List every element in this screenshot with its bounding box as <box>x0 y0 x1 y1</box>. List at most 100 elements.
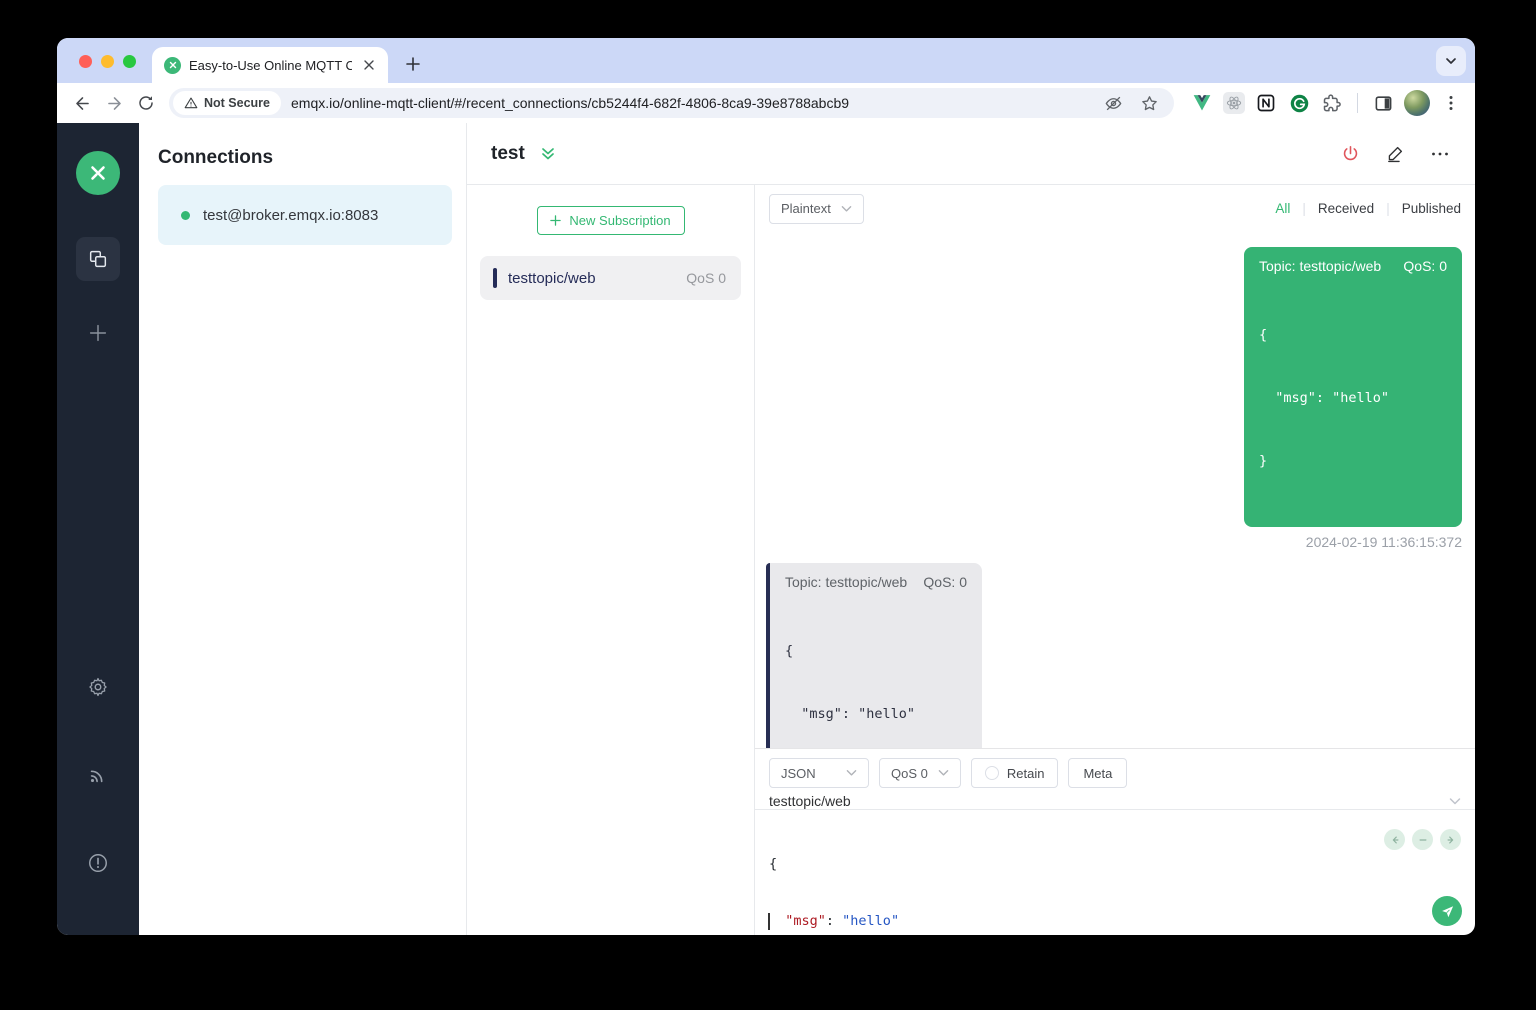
vue-devtools-icon[interactable] <box>1190 91 1214 115</box>
connection-list-item[interactable]: test@broker.emqx.io:8083 <box>158 185 452 245</box>
send-message-button[interactable] <box>1432 896 1462 926</box>
bookmark-star-icon[interactable] <box>1134 88 1164 118</box>
reload-icon[interactable] <box>131 88 161 118</box>
collapse-double-chevron-icon[interactable] <box>539 145 557 163</box>
history-clear-minus-icon[interactable] <box>1412 829 1433 850</box>
disconnect-power-icon[interactable] <box>1339 143 1361 165</box>
subscription-color-bar <box>493 268 497 288</box>
tab-close-icon[interactable] <box>360 56 378 74</box>
react-devtools-icon[interactable] <box>1223 92 1245 114</box>
rail-connections-icon[interactable] <box>76 237 120 281</box>
published-message: Topic: testtopic/web QoS: 0 { "msg": "he… <box>1244 247 1462 550</box>
tab-separator: | <box>1302 201 1306 216</box>
new-tab-button[interactable] <box>400 51 426 77</box>
window-controls <box>79 55 136 68</box>
editor-line: { <box>769 856 778 872</box>
messages-column: Plaintext All | Received | Published Top… <box>755 185 1475 935</box>
profile-avatar[interactable] <box>1404 90 1430 116</box>
history-prev-icon[interactable] <box>1384 829 1405 850</box>
rail-about-info-icon[interactable] <box>76 841 120 885</box>
subscription-item[interactable]: testtopic/web QoS 0 <box>480 256 741 300</box>
payload-line: { <box>1259 327 1268 343</box>
toolbar-separator <box>1357 93 1358 113</box>
messages-toolbar: Plaintext All | Received | Published <box>755 185 1475 232</box>
browser-window: Easy-to-Use Online MQTT Cli Not Secure e… <box>57 38 1475 935</box>
eye-off-icon[interactable] <box>1098 88 1128 118</box>
zoom-window-button[interactable] <box>123 55 136 68</box>
rail-settings-gear-icon[interactable] <box>76 665 120 709</box>
publish-format-select[interactable]: JSON <box>769 758 869 788</box>
main-panel: test New Subscription testtopic/web QoS … <box>467 123 1475 935</box>
connection-name: test <box>491 142 525 164</box>
connections-title: Connections <box>158 147 274 168</box>
message-qos: QoS: 0 <box>1403 258 1447 274</box>
tab-separator: | <box>1386 201 1390 216</box>
forward-icon[interactable] <box>99 88 129 118</box>
publish-topic-input[interactable]: testtopic/web <box>755 793 1475 810</box>
tab-search-button[interactable] <box>1436 46 1466 76</box>
text-cursor <box>768 913 770 930</box>
payload-format-select[interactable]: Plaintext <box>769 193 864 224</box>
payload-line: "msg": "hello" <box>1259 390 1390 406</box>
rail-new-connection-icon[interactable] <box>76 311 120 355</box>
security-label: Not Secure <box>204 96 270 110</box>
url-text[interactable]: emqx.io/online-mqtt-client/#/recent_conn… <box>291 95 1098 111</box>
retain-radio-icon[interactable] <box>984 766 999 780</box>
publish-qos-value: QoS 0 <box>891 765 928 781</box>
meta-button[interactable]: Meta <box>1068 758 1128 788</box>
chevron-down-icon <box>1449 797 1461 804</box>
message-topic: Topic: testtopic/web <box>785 574 908 590</box>
payload-editor[interactable]: { "msg": "hello" } <box>755 810 1475 935</box>
publish-format-value: JSON <box>781 765 816 781</box>
tab-title: Easy-to-Use Online MQTT Cli <box>189 57 352 73</box>
received-message: Topic: testtopic/web QoS: 0 { "msg": "he… <box>766 563 982 748</box>
message-filter-tabs: All | Received | Published <box>1275 201 1461 216</box>
retain-label: Retain <box>1006 765 1045 781</box>
browser-menu-kebab-icon[interactable] <box>1439 91 1463 115</box>
chevron-down-icon <box>938 770 949 776</box>
url-bar[interactable]: Not Secure emqx.io/online-mqtt-client/#/… <box>169 88 1174 118</box>
message-qos: QoS: 0 <box>923 574 967 590</box>
history-next-icon[interactable] <box>1440 829 1461 850</box>
side-panel-icon[interactable] <box>1371 91 1395 115</box>
tab-all[interactable]: All <box>1275 201 1290 216</box>
retain-toggle[interactable]: Retain <box>970 758 1059 788</box>
connection-header: test <box>467 123 1475 185</box>
extensions-puzzle-icon[interactable] <box>1320 91 1344 115</box>
tab-received[interactable]: Received <box>1318 201 1374 216</box>
payload-line: { <box>785 643 794 659</box>
publish-topic-value: testtopic/web <box>769 793 851 809</box>
message-list[interactable]: Topic: testtopic/web QoS: 0 { "msg": "he… <box>755 232 1475 748</box>
browser-toolbar: Not Secure emqx.io/online-mqtt-client/#/… <box>57 83 1475 123</box>
grammarly-icon[interactable] <box>1287 91 1311 115</box>
published-message-bubble[interactable]: Topic: testtopic/web QoS: 0 { "msg": "he… <box>1244 247 1462 527</box>
warning-icon <box>184 97 198 109</box>
connection-label: test@broker.emqx.io:8083 <box>203 206 379 224</box>
browser-tab[interactable]: Easy-to-Use Online MQTT Cli <box>152 47 388 83</box>
publish-panel: JSON QoS 0 Retain Meta testtopic/web {"… <box>755 748 1475 935</box>
message-timestamp: 2024-02-19 11:36:15:372 <box>1305 534 1462 550</box>
close-window-button[interactable] <box>79 55 92 68</box>
json-value: "hello" <box>842 913 900 929</box>
connected-status-dot <box>181 210 190 220</box>
paper-plane-icon <box>1441 905 1453 917</box>
json-key: "msg" <box>785 913 826 929</box>
subscriptions-column: New Subscription testtopic/web QoS 0 <box>467 185 755 935</box>
mqttx-app: Connections test@broker.emqx.io:8083 tes… <box>57 123 1475 935</box>
new-subscription-button[interactable]: New Subscription <box>536 206 685 235</box>
more-ellipsis-icon[interactable] <box>1429 143 1451 165</box>
payload-line: } <box>1259 453 1268 469</box>
notion-icon[interactable] <box>1254 91 1278 115</box>
publish-qos-select[interactable]: QoS 0 <box>879 758 961 788</box>
received-message-bubble[interactable]: Topic: testtopic/web QoS: 0 { "msg": "he… <box>766 563 982 748</box>
edit-pencil-icon[interactable] <box>1384 143 1406 165</box>
minimize-window-button[interactable] <box>101 55 114 68</box>
message-topic: Topic: testtopic/web <box>1259 258 1382 274</box>
payload-line: "msg": "hello" <box>785 706 916 722</box>
back-icon[interactable] <box>67 88 97 118</box>
subscription-qos: QoS 0 <box>686 270 726 286</box>
tab-published[interactable]: Published <box>1402 201 1461 216</box>
extensions-cluster <box>1184 90 1463 116</box>
security-chip[interactable]: Not Secure <box>173 91 281 115</box>
rail-broker-feed-icon[interactable] <box>76 753 120 797</box>
